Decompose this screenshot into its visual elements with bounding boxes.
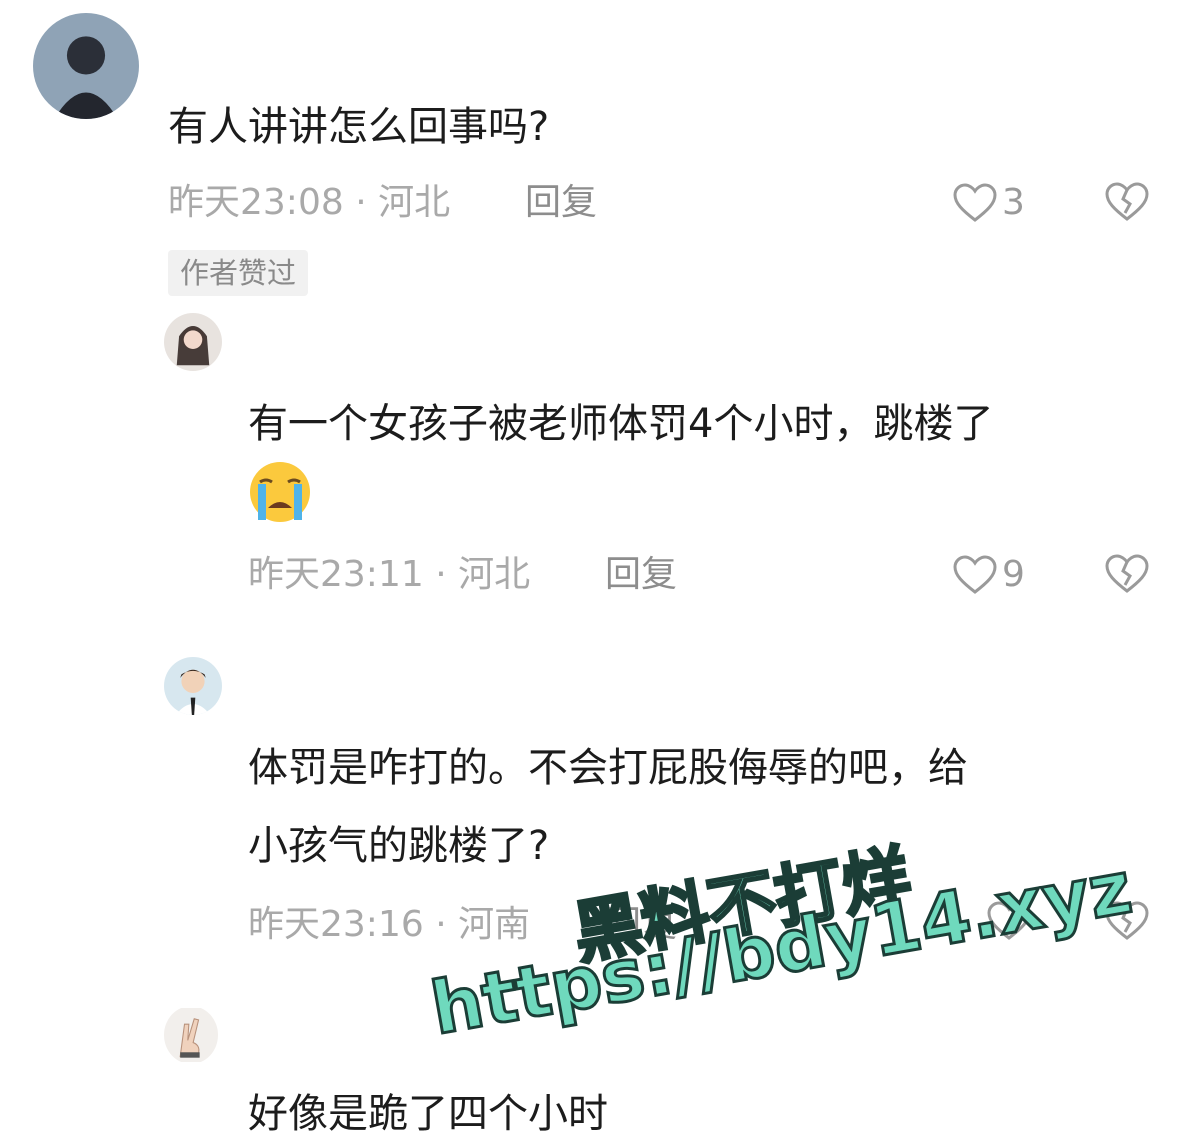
like-button[interactable]: 3: [952, 181, 1025, 225]
comment-text: 有人讲讲怎么回事吗?: [168, 104, 550, 150]
like-count: 9: [1002, 554, 1025, 595]
comment-text: 有一个女孩子被老师体罚4个小时，跳楼了: [248, 401, 994, 447]
dislike-button[interactable]: [1104, 181, 1150, 223]
reply-button[interactable]: 回复: [525, 181, 597, 225]
comment-meta: 昨天23:08 · 河北: [168, 182, 451, 223]
reply-button[interactable]: 回复: [605, 553, 677, 597]
broken-heart-icon: [1105, 182, 1149, 221]
avatar[interactable]: [33, 13, 139, 119]
heart-icon: [953, 183, 997, 222]
dislike-button[interactable]: [1104, 553, 1150, 595]
comment-text: 好像是跪了四个小时: [248, 1091, 608, 1137]
avatar[interactable]: [164, 313, 222, 371]
heart-icon: [953, 555, 997, 594]
comment-meta: 昨天23:11 · 河北: [248, 554, 531, 595]
comment-meta: 昨天23:16 · 河南: [248, 904, 531, 945]
crying-face-emoji: [248, 460, 312, 524]
broken-heart-icon: [1105, 554, 1149, 593]
comment-text: 体罚是咋打的。不会打屁股侮辱的吧，给: [248, 745, 968, 791]
like-count: 3: [1002, 182, 1025, 223]
avatar[interactable]: [164, 657, 222, 715]
author-liked-badge: 作者赞过: [168, 250, 309, 296]
avatar[interactable]: [164, 1006, 218, 1064]
like-button[interactable]: 9: [952, 553, 1025, 597]
comment-text-line2: 小孩气的跳楼了?: [248, 823, 550, 869]
